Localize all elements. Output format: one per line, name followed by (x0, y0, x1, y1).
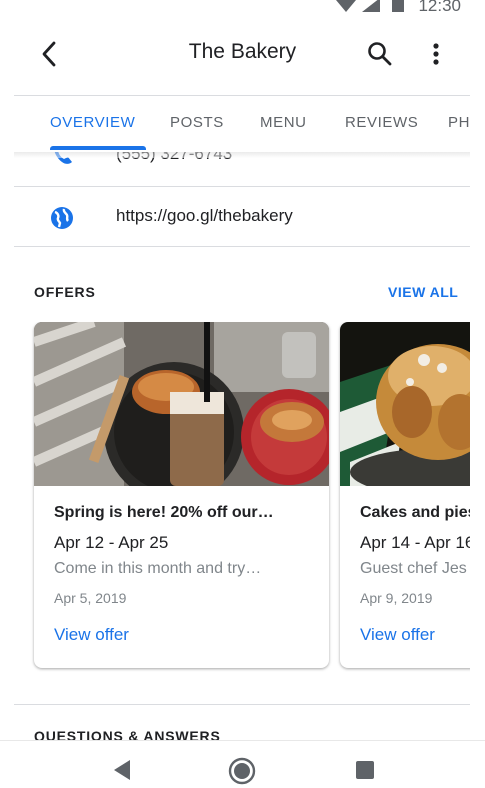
view-offer-link[interactable]: View offer (54, 625, 129, 645)
nav-recents-icon[interactable] (356, 761, 374, 779)
globe-icon (51, 207, 73, 229)
divider (14, 246, 470, 247)
divider (14, 704, 470, 705)
app-bar: The Bakery (0, 18, 485, 94)
tab-overview[interactable]: OVERVIEW (50, 114, 135, 131)
more-vert-icon[interactable] (424, 38, 448, 70)
offer-description: Guest chef Jes (360, 560, 467, 577)
tab-menu[interactable]: MENU (260, 114, 307, 131)
website-row[interactable]: https://goo.gl/thebakery (14, 188, 470, 246)
search-icon[interactable] (366, 40, 394, 68)
view-offer-link[interactable]: View offer (360, 625, 435, 645)
view-all-link[interactable]: VIEW ALL (388, 284, 458, 300)
offer-dates: Apr 12 - Apr 25 (54, 533, 169, 552)
offer-card[interactable]: Spring is here! 20% off our… Apr 12 - Ap… (34, 322, 329, 668)
system-nav-bar (0, 740, 485, 788)
wifi-icon (336, 0, 356, 12)
status-bar: 12:30 (0, 0, 485, 18)
nav-home-icon[interactable] (228, 757, 256, 785)
offer-image (34, 322, 329, 486)
offer-posted-date: Apr 5, 2019 (54, 590, 127, 606)
tab-posts[interactable]: POSTS (170, 114, 224, 131)
tab-bar: OVERVIEW POSTS MENU REVIEWS PHOTOS (14, 96, 470, 152)
divider (14, 186, 470, 187)
offer-dates: Apr 14 - Apr 16 (360, 533, 470, 552)
offers-heading: OFFERS (34, 284, 96, 300)
offer-description: Come in this month and try… (54, 560, 262, 577)
website-link[interactable]: https://goo.gl/thebakery (116, 206, 293, 226)
tab-reviews[interactable]: REVIEWS (345, 114, 418, 131)
page-title: The Bakery (188, 40, 297, 63)
offer-title: Spring is here! 20% off our… (54, 504, 274, 521)
nav-back-icon[interactable] (112, 759, 132, 781)
offer-title: Cakes and pies (360, 504, 470, 521)
offer-card[interactable]: Cakes and pies Apr 14 - Apr 16 Guest che… (340, 322, 470, 668)
offers-carousel[interactable]: Spring is here! 20% off our… Apr 12 - Ap… (0, 322, 470, 672)
offer-image (340, 322, 470, 486)
tab-indicator (50, 146, 146, 150)
signal-icon (362, 0, 380, 12)
tab-photos[interactable]: PHOTOS (448, 114, 470, 131)
offer-posted-date: Apr 9, 2019 (360, 590, 433, 606)
tab-shadow (14, 152, 470, 158)
status-time: 12:30 (418, 0, 461, 15)
battery-icon (392, 0, 404, 12)
